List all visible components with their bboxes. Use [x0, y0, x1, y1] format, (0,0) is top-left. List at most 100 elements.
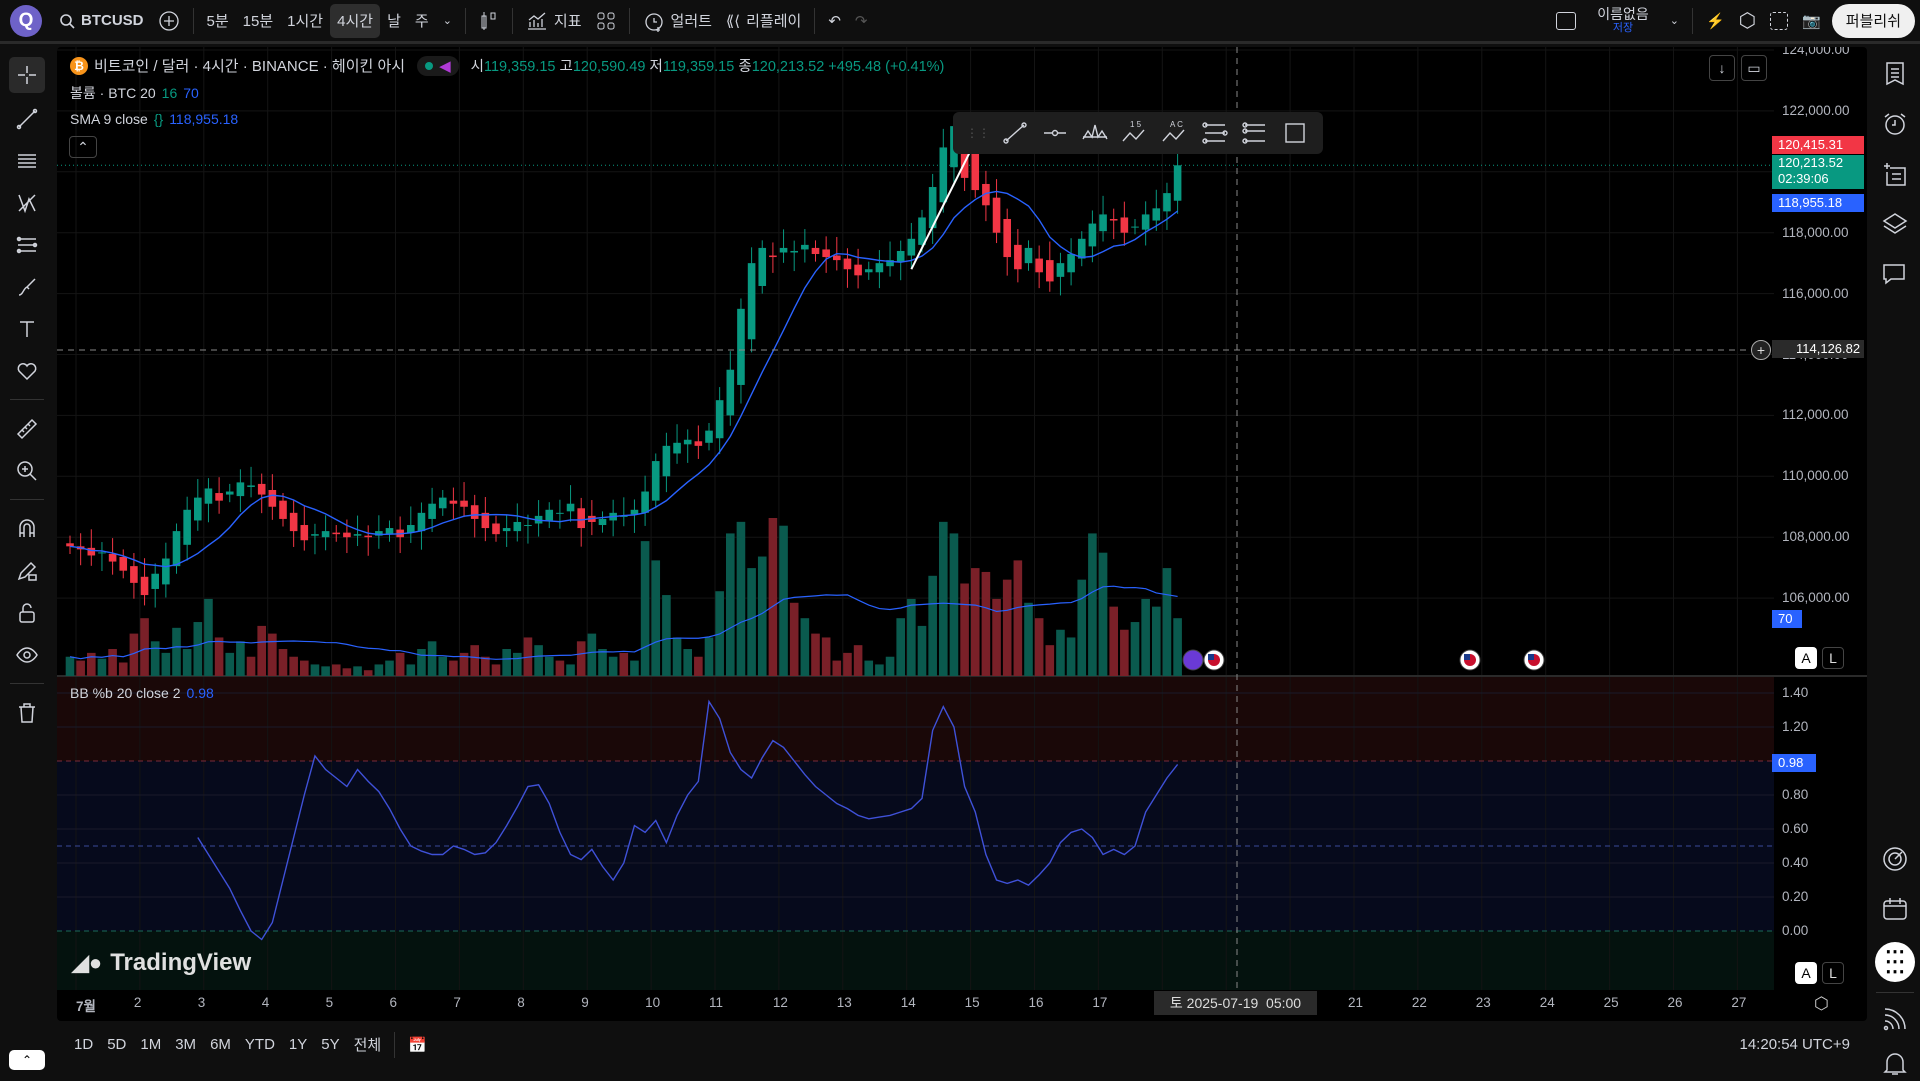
hide-drawings-tool[interactable]	[9, 637, 45, 673]
elliott-15-icon[interactable]: 1 5	[1120, 119, 1150, 147]
layers-button[interactable]	[1878, 207, 1912, 241]
auto-scale-button[interactable]: A	[1795, 962, 1817, 984]
calendar-button[interactable]	[1878, 892, 1912, 926]
add-alert-plus-icon[interactable]: +	[1751, 340, 1771, 360]
redo-button[interactable]: ↷	[848, 4, 875, 38]
layout-toggle[interactable]	[1549, 4, 1583, 38]
publish-button[interactable]: 퍼블리쉬	[1831, 3, 1915, 38]
settings-button[interactable]: ⬡	[1732, 4, 1763, 38]
interval-week[interactable]: 주	[408, 4, 436, 38]
timezone-clock[interactable]: 14:20:54 UTC+9	[1733, 1036, 1858, 1053]
snapshot-button[interactable]: 📷	[1795, 4, 1828, 38]
interval-15m[interactable]: 15분	[236, 4, 281, 38]
scroll-to-latest-button[interactable]: ↓	[1709, 55, 1735, 81]
volume-bar	[1120, 629, 1129, 676]
log-scale-button[interactable]: L	[1822, 647, 1844, 669]
drag-handle-icon[interactable]: ⋮⋮	[966, 126, 990, 140]
sma-legend[interactable]: SMA 9 close {} 118,955.18	[70, 111, 238, 127]
symbol-search[interactable]: BTCUSD	[52, 4, 151, 38]
hotlists-button[interactable]	[1878, 842, 1912, 876]
pattern-tool[interactable]	[9, 185, 45, 221]
parallel-channel-icon[interactable]	[1200, 119, 1230, 147]
rectangle-tool-icon[interactable]	[1280, 119, 1310, 147]
crosshair-tool[interactable]	[9, 57, 45, 93]
volume-bar	[630, 660, 639, 676]
trendline-tool-icon[interactable]	[1000, 119, 1030, 147]
tradingview-logo-icon: ◢●	[72, 950, 103, 975]
chart-canvas[interactable]	[57, 47, 1867, 1021]
bb-legend[interactable]: BB %b 20 close 2 0.98	[70, 685, 214, 701]
last-price-label: 120,213.52 02:39:06	[1772, 155, 1864, 189]
symbol-title[interactable]: 비트코인 / 달러 · 4시간 · BINANCE · 헤이킨 아시	[94, 55, 405, 76]
magnet-tool[interactable]	[9, 511, 45, 547]
watchlist-button[interactable]	[1878, 57, 1912, 91]
measure-tool[interactable]	[9, 411, 45, 447]
go-to-date-button[interactable]: 📅	[401, 1036, 434, 1054]
remove-drawings-tool[interactable]	[9, 695, 45, 731]
alerts-button[interactable]	[1878, 107, 1912, 141]
range-all[interactable]: 전체	[347, 1034, 389, 1055]
range-6m[interactable]: 6M	[203, 1036, 238, 1053]
indicators-button[interactable]: 지표	[519, 4, 589, 38]
object-tree-button[interactable]	[1878, 157, 1912, 191]
pitchfan-icon[interactable]	[1240, 119, 1270, 147]
projection-tool[interactable]	[9, 227, 45, 263]
text-tool[interactable]	[9, 311, 45, 347]
templates-button[interactable]	[589, 4, 623, 38]
range-1y[interactable]: 1Y	[282, 1036, 314, 1053]
trendline-tool[interactable]	[9, 101, 45, 137]
interval-4h[interactable]: 4시간	[330, 3, 381, 38]
lock-drawings-tool[interactable]	[9, 595, 45, 631]
market-status[interactable]: ◀	[417, 55, 459, 76]
undo-button[interactable]: ↶	[821, 4, 848, 38]
volume-bar	[747, 568, 756, 676]
stay-drawing-tool[interactable]	[9, 553, 45, 589]
fib-tool[interactable]	[9, 143, 45, 179]
fullscreen-button[interactable]	[1763, 4, 1795, 38]
range-3m[interactable]: 3M	[168, 1036, 203, 1053]
candle-body	[651, 461, 660, 501]
auto-scale-button[interactable]: A	[1795, 647, 1817, 669]
maximize-pane-button[interactable]: ▭	[1741, 55, 1767, 81]
log-scale-button[interactable]: L	[1822, 962, 1844, 984]
user-avatar[interactable]: Q	[10, 4, 42, 37]
time-axis-settings-icon[interactable]: ⬡	[1814, 994, 1829, 1014]
range-1d[interactable]: 1D	[67, 1036, 100, 1053]
interval-day[interactable]: 날	[380, 4, 408, 38]
volume-bar	[481, 656, 490, 676]
horizontal-ray-icon[interactable]	[1040, 119, 1070, 147]
quick-search-button[interactable]: ⚡	[1699, 4, 1732, 38]
collapse-legend-button[interactable]: ⌃	[69, 136, 97, 158]
chart-type-button[interactable]	[472, 4, 506, 38]
time-tick: 27	[1731, 995, 1747, 1010]
layout-name-button[interactable]: 이름없음 저장	[1583, 4, 1663, 38]
chart-area[interactable]: ₿ 비트코인 / 달러 · 4시간 · BINANCE · 헤이킨 아시 ◀ 시…	[57, 47, 1867, 1021]
head-shoulders-icon[interactable]	[1080, 119, 1110, 147]
volume-bar	[928, 575, 937, 676]
zoom-tool[interactable]	[9, 453, 45, 489]
interval-1h[interactable]: 1시간	[280, 4, 330, 38]
elliott-ac-icon[interactable]: A C	[1160, 119, 1190, 147]
streams-button[interactable]	[1878, 1002, 1912, 1036]
apps-button[interactable]: ⋯ ⋯ ⋯	[1875, 942, 1915, 982]
range-1m[interactable]: 1M	[133, 1036, 168, 1053]
range-5d[interactable]: 5D	[100, 1036, 133, 1053]
layout-dropdown[interactable]: ⌄	[1663, 4, 1686, 38]
chat-button[interactable]	[1878, 257, 1912, 291]
replay-button[interactable]: ⟪⟨ 리플레이	[719, 4, 808, 38]
brush-tool[interactable]	[9, 269, 45, 305]
compare-add-button[interactable]	[151, 4, 187, 38]
interval-5m[interactable]: 5분	[200, 4, 236, 38]
icon-tool[interactable]	[9, 353, 45, 389]
volume-bar	[960, 583, 969, 676]
range-5y[interactable]: 5Y	[314, 1036, 346, 1053]
volume-legend[interactable]: 볼륨 · BTC 20 16 70	[70, 83, 199, 103]
range-ytd[interactable]: YTD	[238, 1036, 282, 1053]
volume-bar	[587, 633, 597, 676]
tradingview-watermark[interactable]: ◢● TradingView	[72, 949, 251, 977]
crosshair-icon	[18, 66, 36, 84]
notifications-button[interactable]	[1878, 1047, 1912, 1081]
interval-dropdown[interactable]: ⌄	[436, 4, 459, 38]
collapse-toolbar-button[interactable]: ⌃	[9, 1050, 45, 1070]
alert-button[interactable]: 얼러트	[636, 4, 719, 38]
